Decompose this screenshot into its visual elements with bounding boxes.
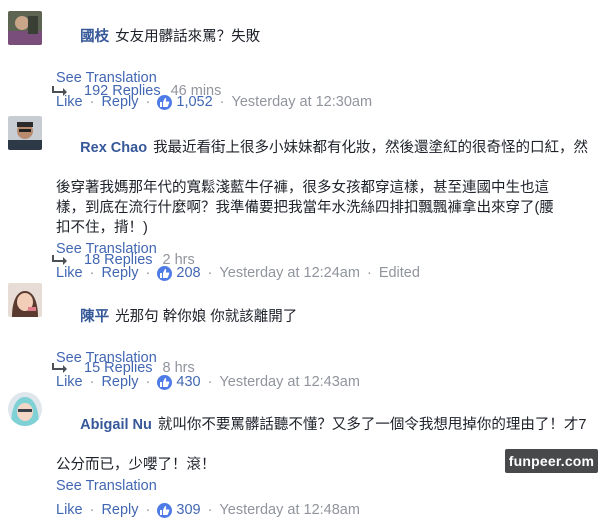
author-name[interactable]: 國枝 bbox=[80, 29, 109, 45]
separator-dot: · bbox=[207, 374, 213, 390]
author-name[interactable]: Rex Chao bbox=[80, 140, 147, 156]
replies-time: 2 hrs bbox=[162, 252, 195, 268]
replies-count[interactable]: 192 Replies bbox=[84, 81, 161, 101]
comment-text: 陳平 光那句 幹你娘 你就該離開了 bbox=[56, 287, 603, 347]
replies-time: 8 hrs bbox=[162, 360, 195, 376]
reply-link[interactable]: Reply bbox=[101, 500, 138, 520]
replies-link[interactable]: 15 Replies 8 hrs bbox=[52, 358, 195, 378]
separator-dot: · bbox=[207, 265, 213, 281]
comment-actions: Like · Reply · 309 · Yesterday at 12:48a… bbox=[56, 500, 603, 520]
comment-line: 我最近看街上很多小妹妹都有化妝，然後還塗紅的很奇怪的口紅，然 bbox=[153, 140, 589, 156]
timestamp[interactable]: Yesterday at 12:30am bbox=[232, 92, 373, 112]
reply-arrow-icon bbox=[52, 255, 67, 265]
see-translation-link[interactable]: See Translation bbox=[56, 476, 603, 496]
replies-count[interactable]: 15 Replies bbox=[84, 358, 153, 378]
replies-link[interactable]: 192 Replies 46 mins bbox=[52, 81, 221, 101]
replies-link[interactable]: 18 Replies 2 hrs bbox=[52, 250, 195, 270]
avatar[interactable] bbox=[8, 283, 42, 317]
comment-line: 就叫你不要罵髒話聽不懂？又多了一個令我想甩掉你的理由了！才7 bbox=[157, 417, 587, 433]
edited-label[interactable]: Edited bbox=[379, 263, 420, 283]
comment-line: 光那句 幹你娘 你就該離開了 bbox=[115, 309, 298, 325]
comment-line: 女友用髒話來罵？失敗 bbox=[115, 29, 261, 45]
watermark: funpeer.com bbox=[505, 449, 598, 473]
comment-text: 國枝 女友用髒話來罵？失敗 bbox=[56, 7, 603, 67]
reply-arrow-icon bbox=[52, 363, 67, 373]
reply-arrow-icon bbox=[52, 86, 67, 96]
separator-dot: · bbox=[89, 502, 95, 518]
author-name[interactable]: 陳平 bbox=[80, 309, 109, 325]
comment-line: 後穿著我媽那年代的寬鬆淺藍牛仔褲，很多女孩都穿這樣，甚至連國中生也這 bbox=[56, 180, 549, 196]
comment-text: Abigail Nu 就叫你不要罵髒話聽不懂？又多了一個令我想甩掉你的理由了！才7 bbox=[56, 395, 603, 455]
timestamp[interactable]: Yesterday at 12:24am bbox=[219, 263, 360, 283]
avatar[interactable] bbox=[8, 11, 42, 45]
avatar[interactable] bbox=[8, 392, 42, 426]
timestamp[interactable]: Yesterday at 12:48am bbox=[219, 500, 360, 520]
separator-dot: · bbox=[145, 502, 151, 518]
comment-line: 樣，到底在流行什麼啊？我準備要把我當年水洗絲四排扣飄飄褲拿出來穿了(腰 bbox=[56, 200, 554, 216]
comment-line: 扣不住，揹！) bbox=[56, 220, 148, 236]
like-link[interactable]: Like bbox=[56, 500, 83, 520]
avatar[interactable] bbox=[8, 116, 42, 150]
comment-text: Rex Chao 我最近看街上很多小妹妹都有化妝，然後還塗紅的很奇怪的口紅，然 bbox=[56, 118, 603, 178]
thumbs-up-icon[interactable] bbox=[157, 502, 173, 518]
replies-count[interactable]: 18 Replies bbox=[84, 250, 153, 270]
replies-time: 46 mins bbox=[170, 83, 222, 99]
author-name[interactable]: Abigail Nu bbox=[80, 417, 152, 433]
timestamp[interactable]: Yesterday at 12:43am bbox=[219, 372, 360, 392]
separator-dot: · bbox=[207, 502, 213, 518]
separator-dot: · bbox=[366, 265, 372, 281]
like-count[interactable]: 309 bbox=[176, 500, 200, 520]
